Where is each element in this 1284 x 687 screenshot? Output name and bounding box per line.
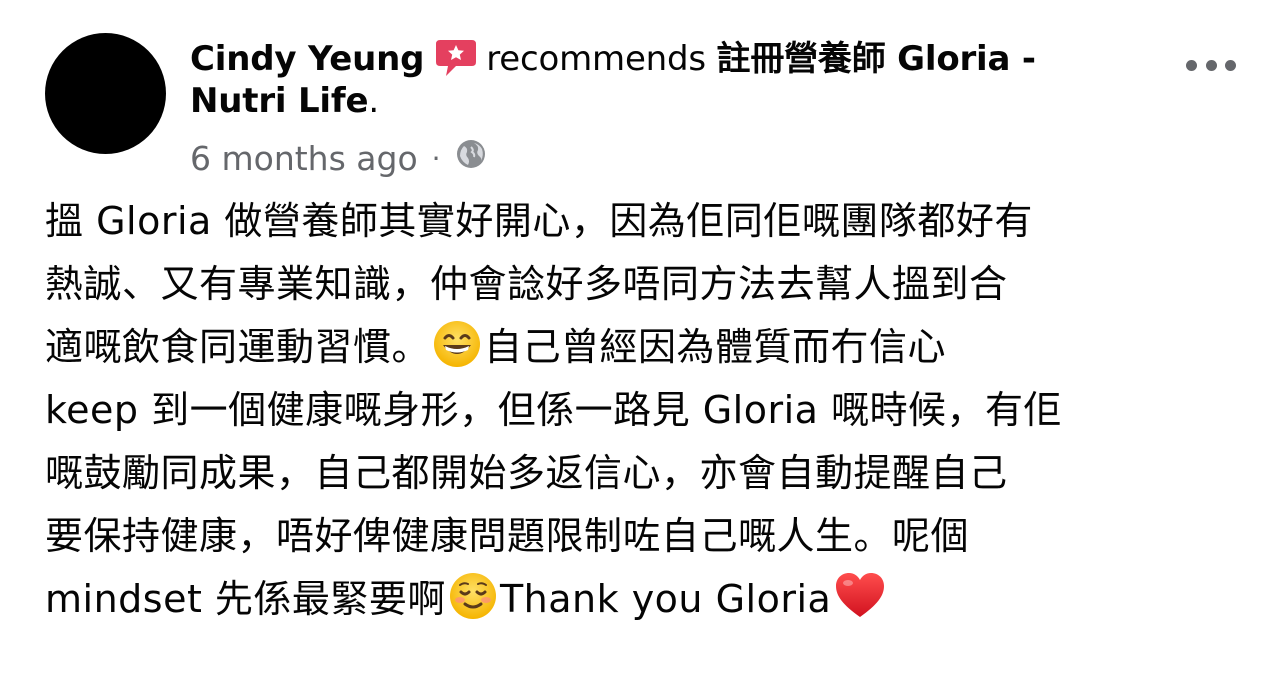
body-line: 嘅鼓勵同成果，自己都開始多返信心，亦會自動提醒自己 [45,451,1008,495]
body-text: 適嘅飲食同運動習慣。 [45,325,431,369]
body-text: 自己曾經因為體質而冇信心 [484,325,947,369]
post-timestamp[interactable]: 6 months ago [190,138,418,180]
body-line-8: mindset 先係最緊要啊 Thank you Gloria [45,568,1235,631]
body-line: 搵 Gloria 做營養師其實好開心，因為佢同佢嘅團隊都好有 [45,199,1033,243]
smiling-face-emoji [448,571,498,621]
more-dot [1186,59,1197,71]
more-dot [1225,59,1236,71]
body-line: keep 到一個健康嘅身形，但係一路見 Gloria 嘅時候，有佢 [45,388,1062,432]
globe-icon[interactable] [455,138,487,180]
meta-separator: · [431,142,441,175]
header-period: . [368,81,379,121]
author-name[interactable]: Cindy Yeung [190,39,424,79]
post-meta: 6 months ago · [190,138,487,180]
post-body: 搵 Gloria 做營養師其實好開心，因為佢同佢嘅團隊都好有 熱誠、又有專業知識… [45,190,1235,631]
red-heart-emoji [833,571,885,621]
grinning-face-emoji [432,319,482,369]
body-line: 要保持健康，唔好俾健康問題限制咗自己嘅人生。呢個 [45,514,970,558]
recommended-page-name-cont[interactable]: Nutri Life [190,81,369,121]
recommend-badge-icon [434,38,478,78]
post-header: Cindy Yeung recommends 註冊營養師 Gloria - Nut… [190,38,1110,122]
body-text: mindset 先係最緊要啊 [45,577,446,621]
more-options-icon[interactable] [1186,58,1236,72]
author-avatar[interactable] [45,33,166,154]
body-text: Thank you Gloria [499,577,832,621]
recommended-page-name[interactable]: 註冊營養師 Gloria - [717,39,1036,79]
body-line: 熱誠、又有專業知識，仲會諗好多唔同方法去幫人搵到合 [45,262,1008,306]
recommend-action: recommends [486,39,706,79]
body-line-3: 適嘅飲食同運動習慣。 自己曾經因為體質而冇信心 [45,316,1235,379]
more-dot [1205,59,1217,71]
